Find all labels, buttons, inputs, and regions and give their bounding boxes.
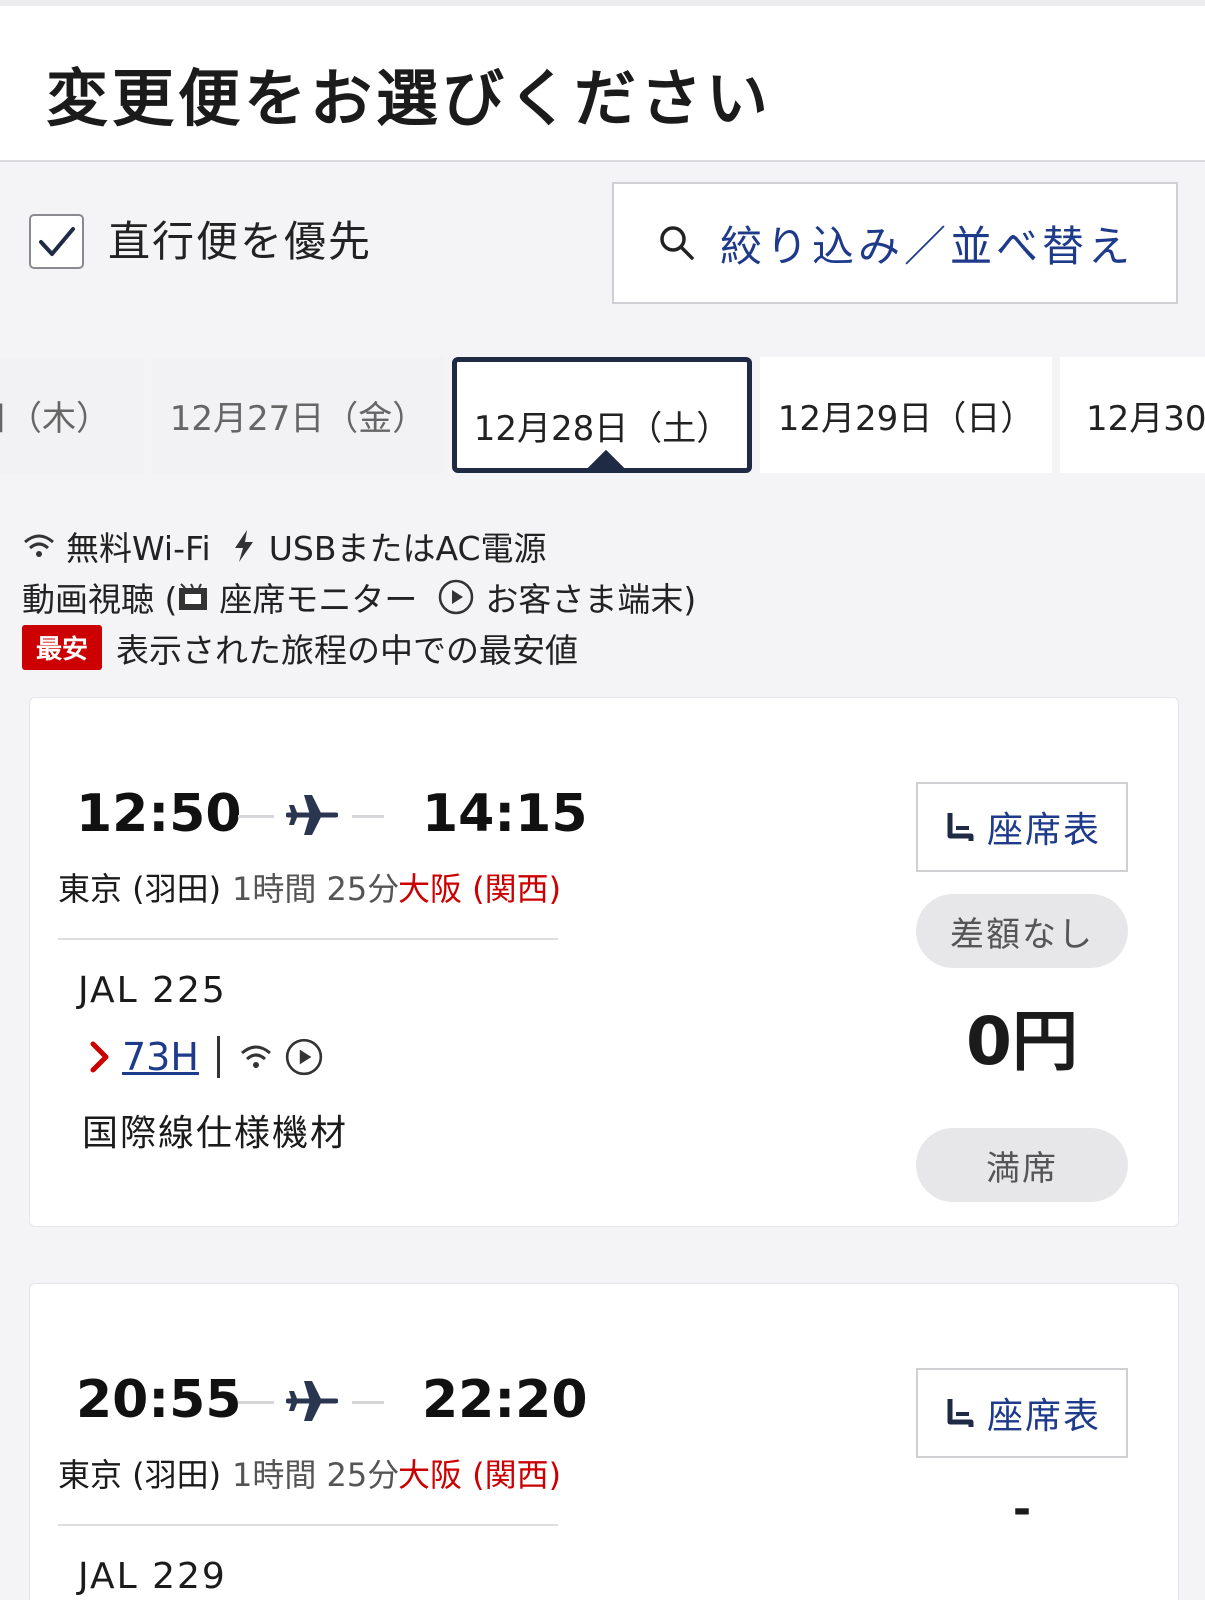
date-tab-12-30[interactable]: 12月30日 bbox=[1060, 357, 1205, 473]
legend-row-best: 最安 表示された旅程の中での最安値 bbox=[22, 622, 696, 673]
filter-sort-label: 絞り込み／並べ替え bbox=[719, 221, 1134, 271]
divider bbox=[58, 1524, 558, 1526]
wifi-icon bbox=[24, 534, 54, 557]
flight-number: JAL 229 bbox=[78, 1556, 227, 1597]
date-tab-label: 12月29日（日） bbox=[777, 398, 1035, 439]
date-tab-prev[interactable]: 日（木） bbox=[0, 357, 144, 473]
fare-difference-badge: 差額なし bbox=[916, 894, 1128, 968]
date-tab-label: 日（木） bbox=[0, 398, 110, 439]
flight-card: 20:55 22:20 東京 (羽田) 1時間 25分 大阪 (関西) JAL … bbox=[29, 1283, 1179, 1600]
airplane-icon bbox=[286, 1381, 338, 1421]
route-line bbox=[352, 1401, 384, 1404]
price-value: 0円 bbox=[966, 1003, 1078, 1080]
play-circle-icon bbox=[285, 1038, 323, 1076]
aircraft-type-link[interactable]: 73H bbox=[122, 1035, 199, 1079]
price-placeholder: - bbox=[1012, 1484, 1032, 1535]
amenity-legend: 無料Wi-Fi USBまたはAC電源 動画視聴 ( 座席モニター お客さま端末)… bbox=[22, 520, 696, 673]
wifi-icon bbox=[240, 1045, 271, 1068]
direct-flight-checkbox[interactable] bbox=[29, 214, 84, 269]
aircraft-note: 国際線仕様機材 bbox=[82, 1113, 349, 1154]
seatmap-button[interactable]: 座席表 bbox=[916, 782, 1128, 872]
legend-row-amenities: 無料Wi-Fi USBまたはAC電源 bbox=[22, 520, 696, 571]
arrival-time: 14:15 bbox=[422, 784, 588, 844]
legend-seat-monitor: 座席モニター bbox=[219, 579, 418, 619]
lightning-icon bbox=[234, 529, 253, 562]
date-tab-label: 12月27日（金） bbox=[169, 398, 427, 439]
departure-time: 20:55 bbox=[76, 1370, 242, 1430]
airplane-icon bbox=[286, 795, 338, 835]
seat-icon bbox=[947, 813, 974, 841]
departure-time: 12:50 bbox=[76, 784, 242, 844]
date-tab-label: 12月30日 bbox=[1086, 398, 1205, 439]
route-line bbox=[238, 815, 274, 818]
origin-airport: 東京 (羽田) bbox=[58, 1456, 222, 1494]
flight-card: 12:50 14:15 東京 (羽田) 1時間 25分 大阪 (関西) JAL … bbox=[29, 697, 1179, 1227]
divider bbox=[58, 938, 558, 940]
direct-flight-label: 直行便を優先 bbox=[108, 217, 373, 266]
search-icon bbox=[660, 226, 694, 260]
legend-row-video: 動画視聴 ( 座席モニター お客さま端末) bbox=[22, 571, 696, 622]
legend-best-desc: 表示された旅程の中での最安値 bbox=[116, 630, 579, 670]
destination-airport: 大阪 (関西) bbox=[398, 1456, 562, 1494]
route-line bbox=[352, 815, 384, 818]
separator bbox=[216, 1036, 220, 1078]
legend-personal-device: お客さま端末) bbox=[485, 579, 697, 619]
seat-icon bbox=[947, 1399, 974, 1427]
seatmap-label: 座席表 bbox=[986, 1396, 1101, 1437]
destination-airport: 大阪 (関西) bbox=[398, 870, 562, 908]
filter-sort-button[interactable]: 絞り込み／並べ替え bbox=[612, 182, 1178, 304]
date-tab-12-29[interactable]: 12月29日（日） bbox=[760, 357, 1052, 473]
date-tab-label: 12月28日（土） bbox=[473, 408, 731, 449]
legend-wifi: 無料Wi-Fi bbox=[66, 528, 211, 568]
best-price-badge: 最安 bbox=[22, 625, 103, 670]
flight-duration: 1時間 25分 bbox=[232, 1456, 400, 1494]
page-title: 変更便をお選びください bbox=[46, 62, 773, 135]
origin-airport: 東京 (羽田) bbox=[58, 870, 222, 908]
date-tab-12-27[interactable]: 12月27日（金） bbox=[152, 357, 444, 473]
play-circle-icon bbox=[439, 579, 474, 614]
seatmap-label: 座席表 bbox=[986, 810, 1101, 851]
legend-power: USBまたはAC電源 bbox=[268, 528, 547, 568]
flight-duration: 1時間 25分 bbox=[232, 870, 400, 908]
legend-video-prefix: 動画視聴 ( bbox=[22, 579, 178, 619]
equipment-row: 73H bbox=[88, 1032, 324, 1082]
sold-out-status: 満席 bbox=[916, 1128, 1128, 1202]
route-line bbox=[238, 1401, 274, 1404]
chevron-right-icon bbox=[90, 1041, 109, 1073]
seatmap-button[interactable]: 座席表 bbox=[916, 1368, 1128, 1458]
check-icon bbox=[39, 227, 75, 256]
seat-monitor-icon bbox=[179, 582, 208, 610]
arrival-time: 22:20 bbox=[422, 1370, 588, 1430]
flight-number: JAL 225 bbox=[78, 970, 227, 1011]
page-header: 変更便をお選びください bbox=[0, 0, 1205, 162]
